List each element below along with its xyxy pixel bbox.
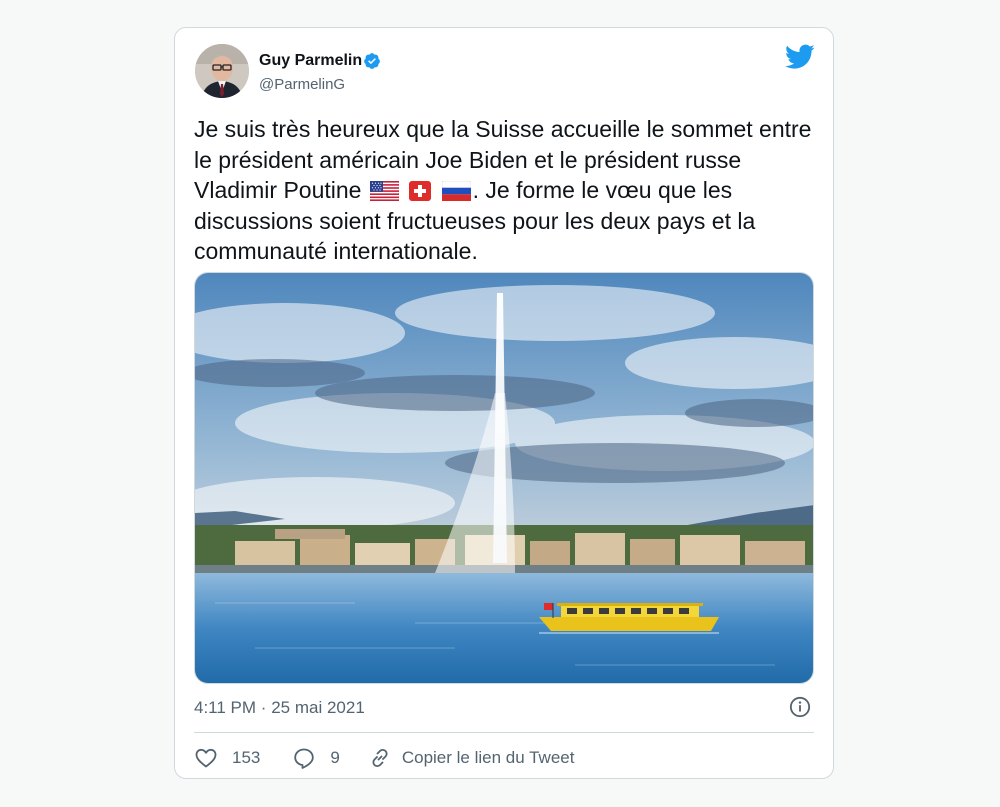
tweet-timestamp[interactable]: 4:11 PM · 25 mai 2021: [194, 698, 365, 718]
tweet-card: Guy Parmelin @ParmelinG Je suis très heu…: [174, 27, 834, 779]
copy-link-label: Copier le lien du Tweet: [401, 748, 575, 767]
like-button[interactable]: 153: [194, 746, 260, 770]
action-bar: 153 9 Copier le lien du Tweet: [194, 744, 574, 772]
geneva-jet-deau-photo-icon: [195, 273, 813, 683]
portrait-avatar-icon: [195, 44, 249, 98]
heart-icon: [195, 748, 217, 768]
timestamp-separator: ·: [260, 698, 267, 717]
russia-flag-icon: [441, 181, 471, 201]
author-name[interactable]: Guy Parmelin: [259, 52, 362, 70]
reply-bubble-icon: [294, 748, 315, 769]
like-count: 153: [232, 748, 261, 767]
swiss-flag-icon: [409, 181, 432, 201]
link-icon: [372, 748, 388, 768]
reply-button[interactable]: 9: [292, 746, 340, 770]
avatar[interactable]: [195, 44, 249, 98]
divider: [194, 732, 814, 733]
tweet-text: Je suis très heureux que la Suisse accue…: [194, 114, 814, 267]
tweet-date: 25 mai 2021: [271, 698, 365, 717]
us-flag-icon: [369, 181, 399, 201]
copy-link-button[interactable]: Copier le lien du Tweet: [368, 746, 575, 770]
author-handle[interactable]: @ParmelinG: [259, 76, 345, 93]
tweet-image[interactable]: [194, 272, 814, 684]
info-icon[interactable]: [789, 696, 811, 718]
tweet-time: 4:11 PM: [194, 698, 257, 717]
twitter-bird-icon[interactable]: [785, 44, 815, 70]
verified-badge-icon: [364, 53, 380, 69]
reply-count: 9: [330, 748, 340, 767]
